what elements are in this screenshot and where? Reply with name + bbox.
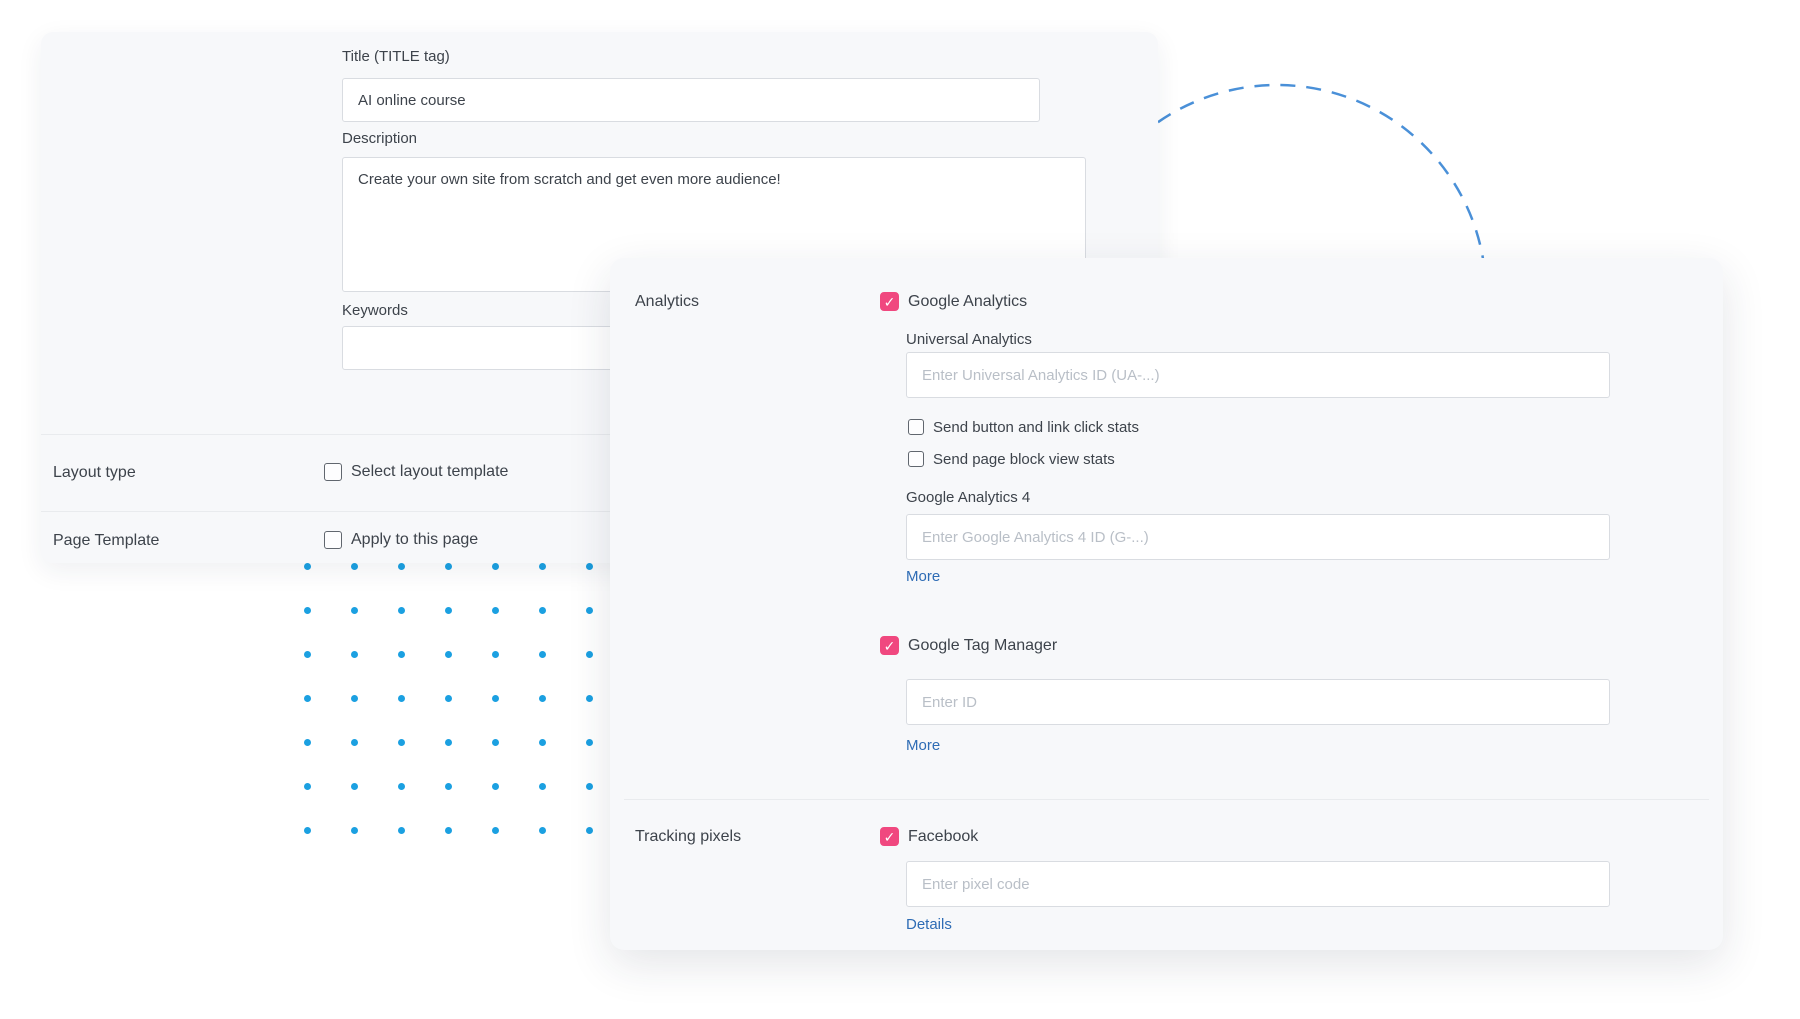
decorative-dot [492, 783, 499, 790]
decorative-dot [351, 563, 358, 570]
decorative-dot [586, 739, 593, 746]
decorative-dot [445, 739, 452, 746]
facebook-pixel-label: Facebook [908, 827, 978, 847]
apply-to-this-page-checkbox[interactable]: ✓ [324, 531, 342, 549]
google-tag-manager-input[interactable] [906, 679, 1610, 725]
decorative-dot [539, 695, 546, 702]
google-tag-manager-checkbox[interactable]: ✓ [880, 636, 899, 655]
decorative-dot [398, 739, 405, 746]
google-analytics-4-label: Google Analytics 4 [906, 488, 1030, 507]
check-icon: ✓ [884, 830, 896, 844]
universal-analytics-input[interactable] [906, 352, 1610, 398]
analytics-section-label: Analytics [635, 292, 699, 312]
decorative-dot [492, 563, 499, 570]
decorative-dot [445, 651, 452, 658]
decorative-dot [351, 695, 358, 702]
decorative-dot [586, 827, 593, 834]
decorative-dot [304, 783, 311, 790]
decorative-dot [539, 607, 546, 614]
apply-to-this-page-label: Apply to this page [351, 530, 478, 550]
decorative-dot [351, 607, 358, 614]
decorative-dot [445, 827, 452, 834]
decorative-dot [304, 651, 311, 658]
google-tag-manager-label: Google Tag Manager [908, 636, 1057, 656]
decorative-dot [304, 695, 311, 702]
decorative-dot [539, 739, 546, 746]
check-icon: ✓ [884, 639, 896, 653]
decorative-dot [586, 695, 593, 702]
google-analytics-4-input[interactable] [906, 514, 1610, 560]
decorative-dot [492, 739, 499, 746]
facebook-pixel-input[interactable] [906, 861, 1610, 907]
decorative-dot [586, 651, 593, 658]
divider [624, 799, 1709, 800]
select-layout-template-label: Select layout template [351, 462, 508, 482]
decorative-dot [398, 563, 405, 570]
decorative-dot [539, 563, 546, 570]
decorative-dot [492, 607, 499, 614]
decorative-dot [586, 563, 593, 570]
decorative-dot [586, 607, 593, 614]
google-tag-manager-more-link[interactable]: More [906, 736, 940, 755]
universal-analytics-label: Universal Analytics [906, 330, 1032, 349]
facebook-pixel-details-link[interactable]: Details [906, 915, 952, 934]
google-analytics-label: Google Analytics [908, 292, 1027, 312]
decorative-dot [351, 739, 358, 746]
decorative-dot [304, 739, 311, 746]
tracking-pixels-section-label: Tracking pixels [635, 827, 741, 847]
google-analytics-more-link[interactable]: More [906, 567, 940, 586]
send-click-stats-checkbox[interactable]: ✓ [908, 419, 924, 435]
facebook-pixel-checkbox[interactable]: ✓ [880, 827, 899, 846]
decorative-dot [398, 695, 405, 702]
decorative-dot [304, 607, 311, 614]
check-icon: ✓ [884, 295, 896, 309]
page-template-label: Page Template [53, 531, 159, 551]
decorative-dot [304, 827, 311, 834]
decorative-dot [398, 607, 405, 614]
decorative-dot [304, 563, 311, 570]
send-view-stats-checkbox[interactable]: ✓ [908, 451, 924, 467]
decorative-dot [539, 783, 546, 790]
description-label: Description [342, 129, 417, 148]
decorative-dot [492, 695, 499, 702]
layout-type-label: Layout type [53, 463, 136, 483]
decorative-dot [492, 651, 499, 658]
decorative-dot [398, 827, 405, 834]
decorative-dot [445, 563, 452, 570]
decorative-dot [492, 827, 499, 834]
decorative-dot [445, 607, 452, 614]
analytics-settings-card: Analytics ✓ Google Analytics Universal A… [610, 258, 1723, 950]
title-input[interactable] [342, 78, 1040, 122]
google-analytics-checkbox[interactable]: ✓ [880, 292, 899, 311]
decorative-dot [445, 695, 452, 702]
title-label: Title (TITLE tag) [342, 47, 450, 66]
select-layout-template-checkbox[interactable]: ✓ [324, 463, 342, 481]
decorative-dot [586, 783, 593, 790]
decorative-dot [398, 651, 405, 658]
decorative-dot [351, 651, 358, 658]
decorative-dot [351, 783, 358, 790]
decorative-dot [539, 651, 546, 658]
decorative-dot [398, 783, 405, 790]
decorative-dot [445, 783, 452, 790]
decorative-dot [539, 827, 546, 834]
decorative-dot [351, 827, 358, 834]
send-view-stats-label: Send page block view stats [933, 450, 1115, 469]
keywords-label: Keywords [342, 301, 408, 320]
send-click-stats-label: Send button and link click stats [933, 418, 1139, 437]
